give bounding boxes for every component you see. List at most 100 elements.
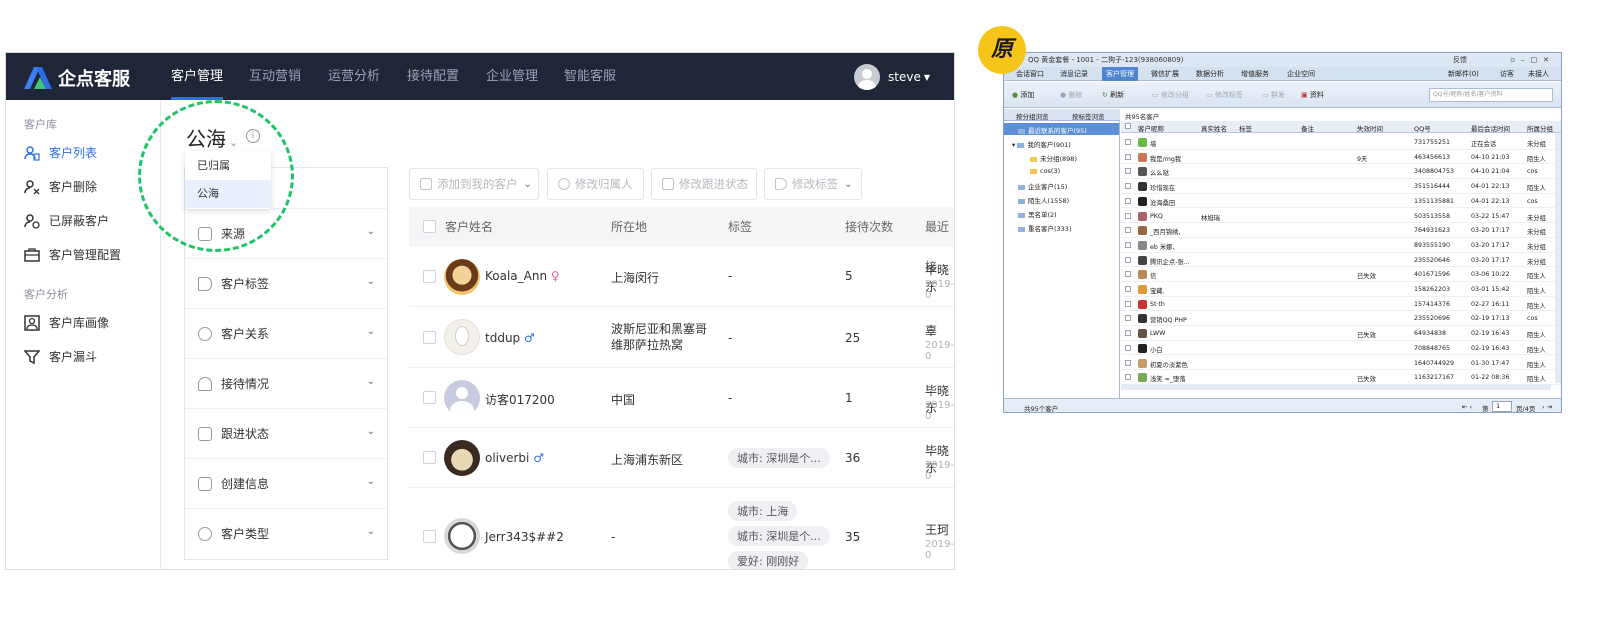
qq-tree-enterprise[interactable]: 企业客户(15) bbox=[1018, 181, 1067, 191]
qq-new-mail[interactable]: 新邮件(0) bbox=[1448, 67, 1479, 81]
qq-row-checkbox[interactable] bbox=[1125, 330, 1131, 337]
select-all-checkbox[interactable] bbox=[423, 220, 436, 233]
sidebar-item-customer-funnel[interactable]: 客户漏斗 bbox=[24, 348, 97, 365]
qq-row-checkbox[interactable] bbox=[1125, 183, 1131, 190]
qq-col-real-name[interactable]: 真实姓名 bbox=[1201, 123, 1227, 133]
qq-grid-row[interactable]: 么么哒 3408804753 04-10 21:04 cos bbox=[1121, 164, 1561, 180]
qq-menu-space[interactable]: 企业空间 bbox=[1287, 67, 1315, 81]
qq-row-checkbox[interactable] bbox=[1125, 374, 1131, 381]
filter-customer-tag[interactable]: 客户标签 ⌄ bbox=[185, 258, 387, 308]
qq-col-note[interactable]: 备注 bbox=[1301, 123, 1314, 133]
qq-grid-row[interactable]: eb 米娜、 893555190 03-20 17:17 未分组 bbox=[1121, 238, 1561, 253]
qq-first-page-icon[interactable]: ⇤ ‹ bbox=[1462, 403, 1472, 411]
qq-broadcast-button[interactable]: ▭ 群发 bbox=[1262, 90, 1285, 100]
qq-tree-cos[interactable]: cos(3) bbox=[1030, 167, 1060, 175]
qq-grid-row[interactable]: 信 已失效 401671596 03-06 10:22 陌生人 bbox=[1121, 267, 1561, 282]
change-tags-button[interactable]: 修改标签 ⌄ bbox=[764, 168, 862, 200]
qq-grid-row[interactable]: _西月锦绣、 764931623 03-20 17:17 未分组 bbox=[1121, 223, 1561, 238]
table-row[interactable]: Koala_Ann ♀ 上海闵行 - 5 毕晓东 2019-0 bbox=[409, 247, 954, 307]
qq-row-checkbox[interactable] bbox=[1125, 139, 1131, 145]
filter-create-info[interactable]: 创建信息 ⌄ bbox=[185, 458, 387, 508]
qq-vertical-scrollbar[interactable] bbox=[1555, 133, 1561, 383]
customer-name[interactable]: Koala_Ann ♀ bbox=[485, 269, 560, 283]
qq-grid-row[interactable]: 珍惜现在 351516444 04-01 22:13 陌生人 bbox=[1121, 179, 1561, 194]
nav-customer-management[interactable]: 客户管理 bbox=[171, 53, 224, 100]
sidebar-item-customer-list[interactable]: 客户列表 bbox=[24, 144, 97, 161]
qq-tree-duplicate[interactable]: 重名客户(333) bbox=[1018, 223, 1071, 233]
qq-tree-my-customers[interactable]: ▾ 我的客户(901) bbox=[1012, 139, 1071, 149]
column-header-visits[interactable]: 接待次数 bbox=[845, 207, 893, 247]
change-owner-button[interactable]: 修改归属人 bbox=[547, 168, 644, 200]
table-row[interactable]: 访客017200 中国 - 1 毕晓东 2019-0 bbox=[409, 368, 954, 428]
qq-grid-row[interactable]: 腾讯企点-张... 235520646 03-20 17:17 未分组 bbox=[1121, 253, 1561, 268]
qq-grid-row[interactable]: 宝藏. 158262203 03-01 15:42 陌生人 bbox=[1121, 282, 1561, 297]
nav-operations-analysis[interactable]: 运营分析 bbox=[328, 53, 380, 100]
qq-menu-chat[interactable]: 会话窗口 bbox=[1016, 67, 1044, 81]
nav-enterprise-management[interactable]: 企业管理 bbox=[486, 53, 538, 100]
qq-col-nick[interactable]: 客户昵称 bbox=[1138, 123, 1164, 133]
qq-grid-row[interactable]: 沧海桑田 1351135881 04-01 22:13 cos bbox=[1121, 194, 1561, 209]
qq-grid-row[interactable]: 初夏の淡紫色 1640744929 01-30 17:47 陌生人 bbox=[1121, 356, 1561, 371]
qq-profile-button[interactable]: ▣ 资料 bbox=[1301, 90, 1324, 100]
qq-col-last-session[interactable]: 最后会话时间 bbox=[1471, 123, 1510, 133]
window-controls-icon[interactable]: ▫–□✕ bbox=[1510, 53, 1555, 67]
qq-row-checkbox[interactable] bbox=[1125, 227, 1131, 234]
sidebar-item-management-config[interactable]: 客户管理配置 bbox=[24, 246, 121, 263]
qq-row-checkbox[interactable] bbox=[1125, 241, 1131, 248]
sidebar-item-blocked[interactable]: 已屏蔽客户 bbox=[24, 212, 109, 229]
qq-edit-group-button[interactable]: ▭ 修改分组 bbox=[1152, 90, 1189, 100]
qq-row-checkbox[interactable] bbox=[1125, 212, 1131, 219]
row-checkbox[interactable] bbox=[423, 270, 436, 283]
qq-row-checkbox[interactable] bbox=[1125, 197, 1131, 204]
logo[interactable]: 企点客服 bbox=[24, 65, 130, 91]
qq-menu-wechat[interactable]: 微信扩展 bbox=[1151, 67, 1179, 81]
qq-grid-row[interactable]: 浅笑 ≈_堕落 已失效 1163217167 01-22 08:36 陌生人 bbox=[1121, 370, 1561, 385]
filter-customer-relation[interactable]: 客户关系 ⌄ bbox=[185, 308, 387, 358]
qq-row-checkbox[interactable] bbox=[1125, 300, 1131, 307]
qq-tree-ungrouped[interactable]: 未分组(898) bbox=[1030, 153, 1077, 163]
qq-grid-row[interactable]: PKQ 林旭瑞 503513558 03-22 15:47 未分组 bbox=[1121, 209, 1561, 224]
sidebar-item-customer-delete[interactable]: 客户删除 bbox=[24, 178, 97, 195]
qq-tab-by-group[interactable]: 按分组浏览 bbox=[1016, 111, 1049, 121]
filter-customer-type[interactable]: 客户类型 ⌄ bbox=[185, 508, 387, 558]
filter-reception[interactable]: 接待情况 ⌄ bbox=[185, 358, 387, 408]
qq-tree-blacklist[interactable]: 黑名单(2) bbox=[1018, 209, 1057, 219]
column-header-tags[interactable]: 标签 bbox=[728, 207, 752, 247]
qq-add-button[interactable]: ● 添加 bbox=[1012, 90, 1034, 100]
qq-row-checkbox[interactable] bbox=[1125, 315, 1131, 322]
qq-tree-recent[interactable]: 最近联系的客户(95) bbox=[1018, 125, 1087, 135]
nav-reception-config[interactable]: 接待配置 bbox=[407, 53, 459, 100]
column-header-name[interactable]: 客户姓名 bbox=[445, 207, 493, 247]
row-checkbox[interactable] bbox=[423, 391, 436, 404]
change-follow-status-button[interactable]: 修改跟进状态 bbox=[651, 168, 757, 200]
qq-grid-row[interactable]: 我是/mg我 9天 463456613 04-10 21:03 陌生人 bbox=[1121, 150, 1561, 165]
nav-interactive-marketing[interactable]: 互动营销 bbox=[249, 53, 301, 100]
qq-row-checkbox[interactable] bbox=[1125, 153, 1131, 160]
qq-search-input[interactable]: QQ号/昵称/姓名/客户资料 bbox=[1429, 88, 1553, 102]
table-row[interactable]: tddup ♂ 波斯尼亚和黑塞哥维那萨拉热窝 - 25 辜 2019-0 bbox=[409, 307, 954, 368]
qq-menu-customers[interactable]: 客户管理 bbox=[1102, 67, 1138, 81]
user-menu[interactable]: steve ▼ bbox=[854, 64, 930, 90]
qq-row-checkbox[interactable] bbox=[1125, 286, 1131, 292]
qq-grid-row[interactable]: 小白 708848765 02-19 16:43 陌生人 bbox=[1121, 341, 1561, 356]
qq-col-tags[interactable]: 标签 bbox=[1239, 123, 1252, 133]
row-checkbox[interactable] bbox=[423, 331, 436, 344]
qq-menu-value-added[interactable]: 增值服务 bbox=[1241, 67, 1269, 81]
qq-row-checkbox[interactable] bbox=[1125, 256, 1131, 263]
qq-menu-history[interactable]: 消息记录 bbox=[1060, 67, 1088, 81]
qq-select-all-checkbox[interactable] bbox=[1125, 123, 1131, 129]
qq-tree-strangers[interactable]: 陌生人(1558) bbox=[1018, 195, 1069, 205]
column-header-location[interactable]: 所在地 bbox=[611, 207, 647, 247]
qq-col-qq[interactable]: QQ号 bbox=[1414, 123, 1431, 133]
nav-smart-service[interactable]: 智能客服 bbox=[564, 53, 616, 100]
qq-col-expire[interactable]: 失效时间 bbox=[1357, 123, 1383, 133]
qq-row-checkbox[interactable] bbox=[1125, 344, 1131, 351]
qq-refresh-button[interactable]: ↻ 刷新 bbox=[1102, 90, 1124, 100]
qq-missed[interactable]: 未接人 bbox=[1528, 67, 1549, 81]
qq-next-page-icon[interactable]: › ⇥ bbox=[1542, 403, 1552, 411]
qq-col-group[interactable]: 所属分组 bbox=[1527, 123, 1553, 133]
qq-menu-data[interactable]: 数据分析 bbox=[1196, 67, 1224, 81]
qq-row-checkbox[interactable] bbox=[1125, 271, 1131, 278]
qq-grid-row[interactable]: LWW 已失效 64934838 02-19 16:43 陌生人 bbox=[1121, 326, 1561, 341]
qq-delete-button[interactable]: ● 删除 bbox=[1060, 90, 1082, 100]
